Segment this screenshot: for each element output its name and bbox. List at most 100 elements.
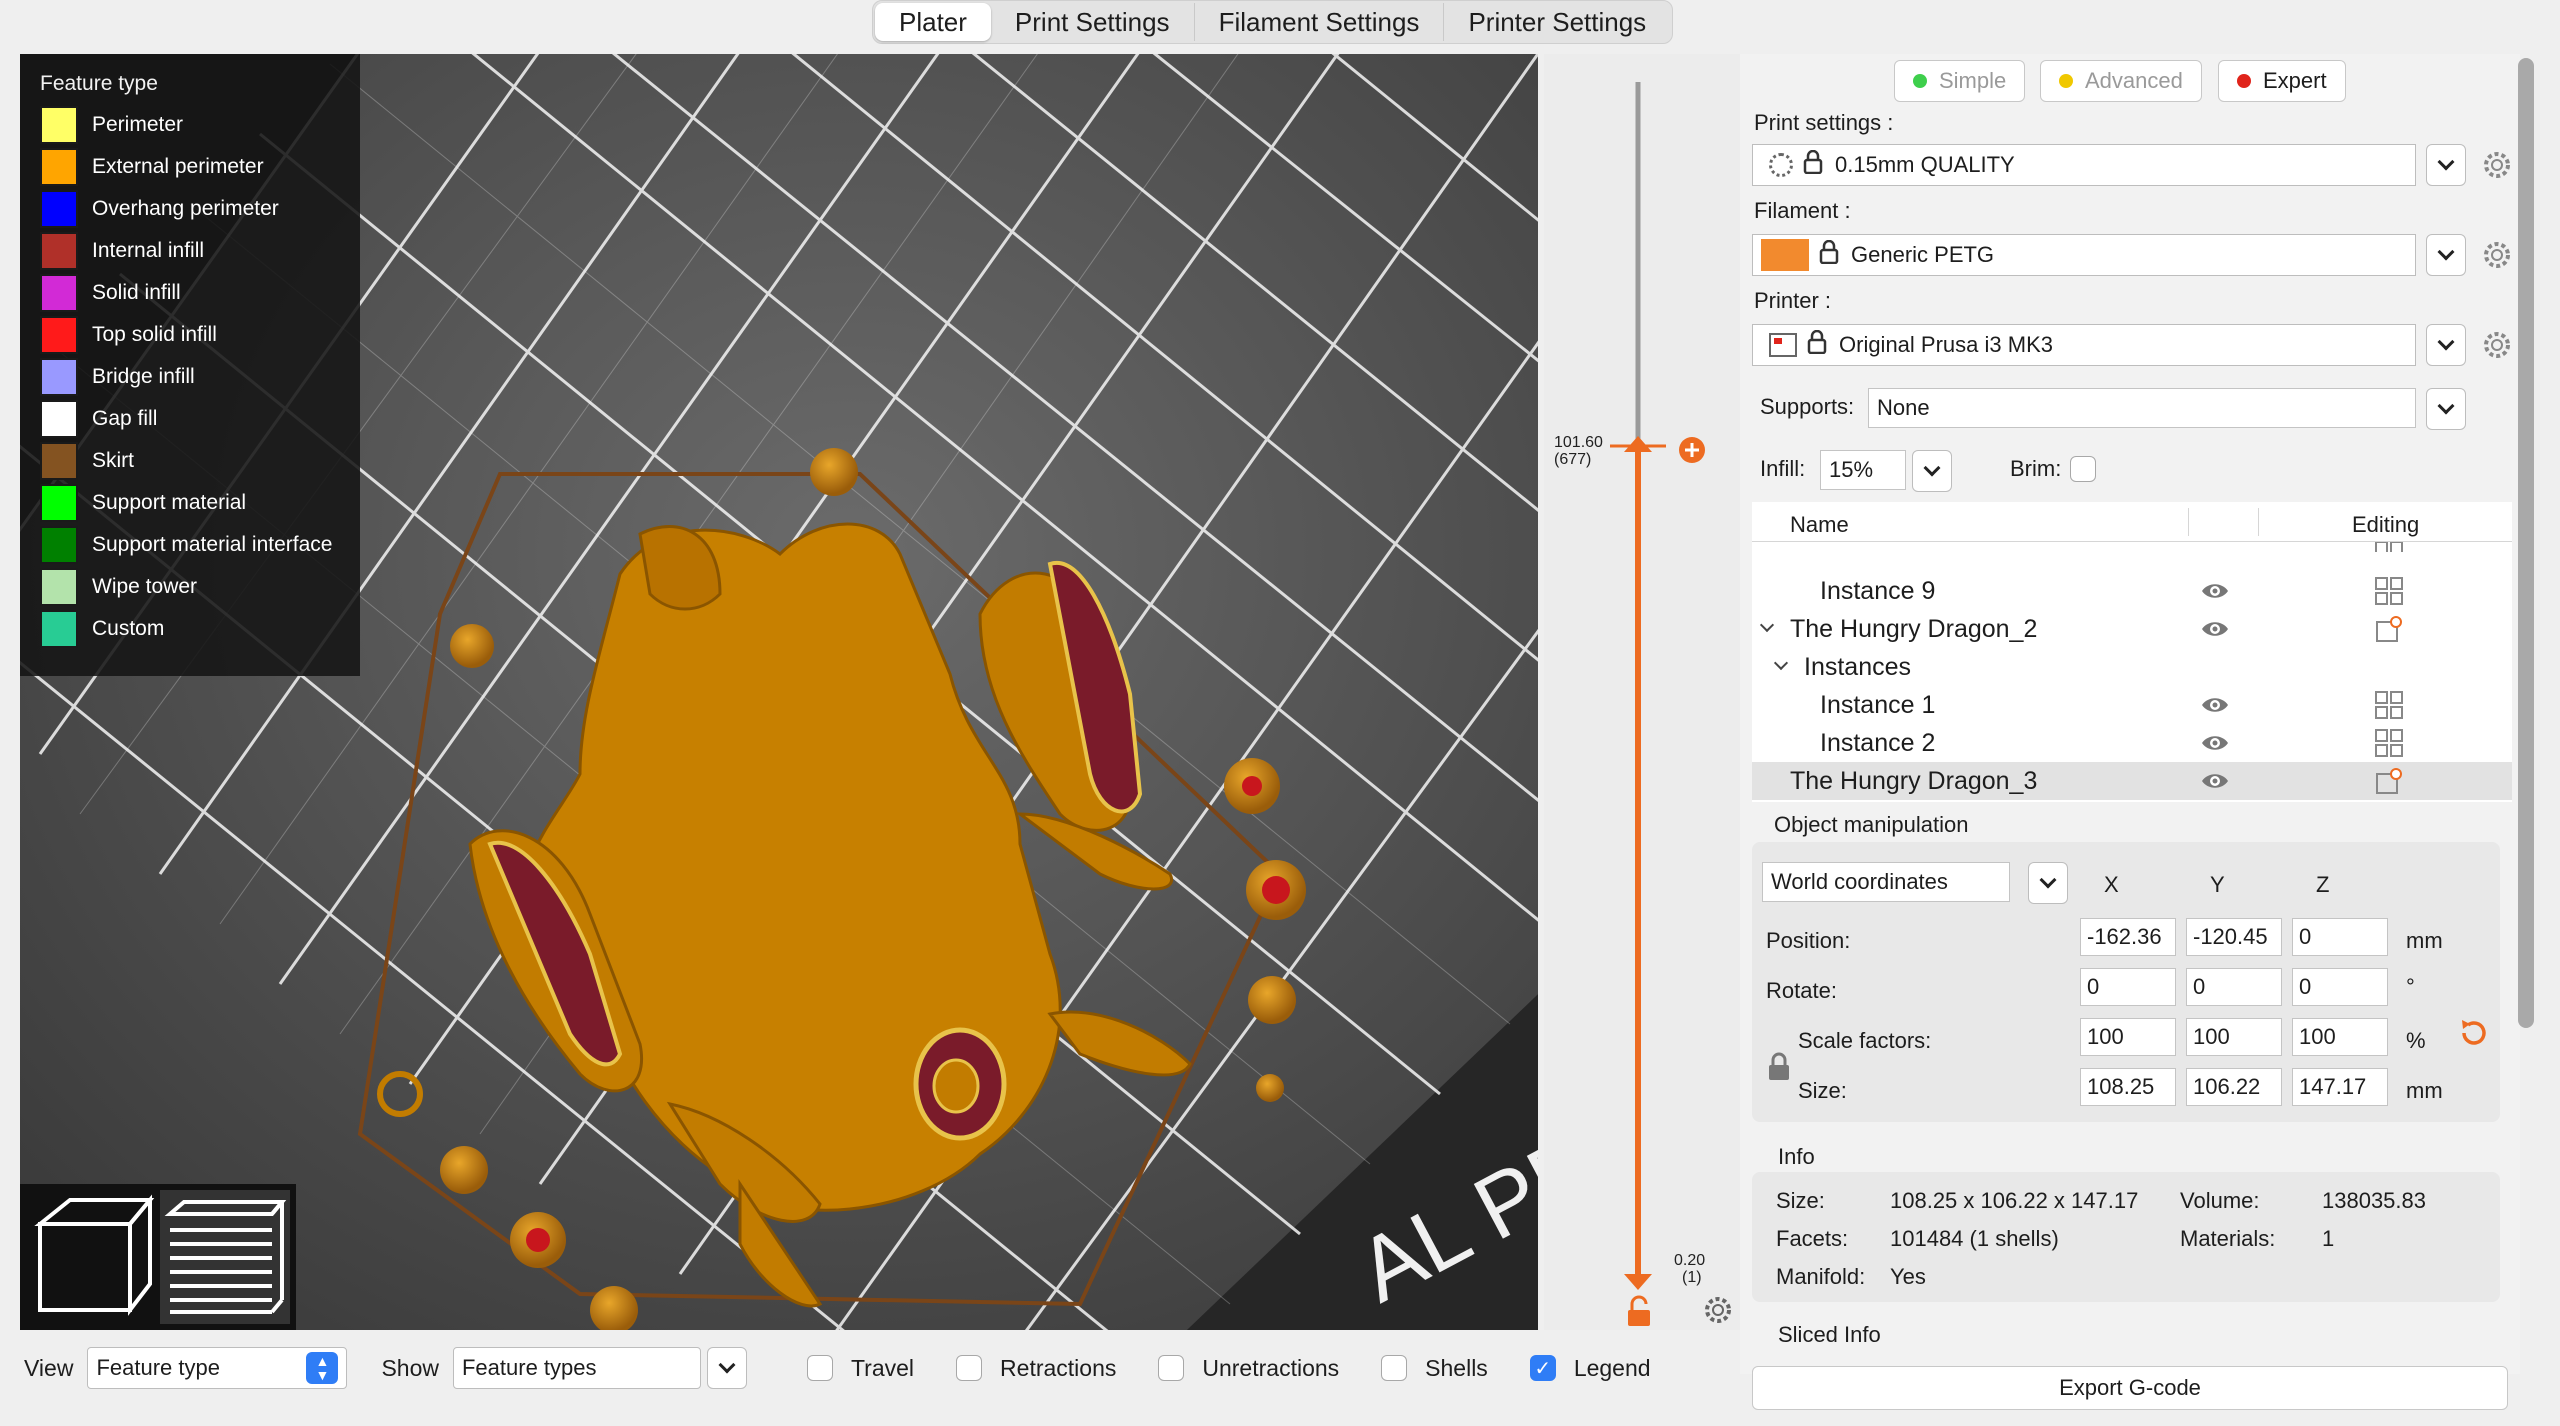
legend-swatch	[40, 484, 78, 522]
option-shells[interactable]: Shells	[1381, 1355, 1488, 1382]
scale-z-input[interactable]: 100	[2292, 1018, 2388, 1056]
supports-dropdown[interactable]	[2426, 388, 2466, 430]
reset-scale-icon[interactable]	[2456, 1016, 2490, 1050]
option-legend[interactable]: ✓ Legend	[1529, 1355, 1651, 1382]
tab-print-settings[interactable]: Print Settings	[991, 3, 1195, 41]
printer-label: Printer :	[1754, 288, 1832, 313]
instance-grid-icon[interactable]	[2374, 576, 2404, 613]
brim-checkbox[interactable]	[2070, 456, 2096, 482]
object-list-row[interactable]: The Hungry Dragon_2	[1752, 610, 2512, 648]
instance-grid-icon[interactable]	[2374, 690, 2404, 727]
slider-settings-icon[interactable]	[1705, 1297, 1731, 1323]
legend-label: Solid infill	[92, 281, 181, 304]
rotate-x-input[interactable]: 0	[2080, 968, 2176, 1006]
printer-dropdown[interactable]	[2426, 324, 2466, 366]
instance-grid-icon[interactable]	[2374, 542, 2404, 552]
object-list-row[interactable]: The Hungry Dragon_3	[1752, 762, 2512, 800]
legend-swatch	[40, 316, 78, 354]
size-y-input[interactable]: 106.22	[2186, 1068, 2282, 1106]
mode-advanced-button[interactable]: Advanced	[2040, 60, 2202, 102]
filament-gear-icon[interactable]	[2482, 240, 2512, 270]
mode-expert-button[interactable]: Expert	[2218, 60, 2346, 102]
option-retractions[interactable]: Retractions	[956, 1355, 1116, 1382]
object-list-row[interactable]: Instances	[1752, 648, 2512, 686]
position-y-input[interactable]: -120.45	[2186, 918, 2282, 956]
tab-printer-settings[interactable]: Printer Settings	[1444, 3, 1670, 41]
printer-gear-icon[interactable]	[2482, 330, 2512, 360]
legend-item: Wipe tower	[40, 566, 360, 608]
visibility-eye-icon[interactable]	[2200, 732, 2230, 761]
info-materials-value: 1	[2322, 1226, 2335, 1251]
object-settings-icon[interactable]	[2374, 614, 2404, 651]
scale-x-input[interactable]: 100	[2080, 1018, 2176, 1056]
filament-dropdown[interactable]	[2426, 234, 2466, 276]
object-list-row[interactable]: Instance 9	[1752, 572, 2512, 610]
size-z-input[interactable]: 147.17	[2292, 1068, 2388, 1106]
size-x-input[interactable]: 108.25	[2080, 1068, 2176, 1106]
col-editing-header[interactable]: Editing	[2352, 512, 2419, 538]
visibility-eye-icon[interactable]	[2200, 542, 2230, 551]
filament-color-swatch[interactable]	[1761, 239, 1809, 271]
infill-select[interactable]: 15%	[1820, 450, 1906, 490]
visibility-eye-icon[interactable]	[2200, 618, 2230, 647]
coordinates-select[interactable]: World coordinates	[1762, 862, 2010, 902]
shells-checkbox[interactable]	[1381, 1355, 1408, 1381]
object-name: Instance 8	[1820, 542, 1935, 549]
unlock-icon[interactable]	[1628, 1295, 1650, 1326]
visibility-eye-icon[interactable]	[2200, 580, 2230, 609]
visibility-eye-icon[interactable]	[2200, 770, 2230, 799]
view-type-select[interactable]: Feature type ▲ ▼	[87, 1347, 348, 1389]
show-dropdown-button[interactable]	[706, 1347, 747, 1389]
info-title: Info	[1778, 1144, 1815, 1169]
rotate-y-input[interactable]: 0	[2186, 968, 2282, 1006]
instance-grid-icon[interactable]	[2374, 728, 2404, 765]
rotate-z-input[interactable]: 0	[2292, 968, 2388, 1006]
position-x-input[interactable]: -162.36	[2080, 918, 2176, 956]
upper-thumb[interactable]	[1624, 436, 1652, 452]
sidebar-scrollbar[interactable]	[2518, 58, 2534, 1028]
chevron-down-icon	[2437, 153, 2455, 171]
chevron-down-icon	[2437, 243, 2455, 261]
print-settings-dropdown[interactable]	[2426, 144, 2466, 186]
scale-y-input[interactable]: 100	[2186, 1018, 2282, 1056]
print-settings-gear-icon[interactable]	[2482, 150, 2512, 180]
tab-plater[interactable]: Plater	[875, 3, 991, 41]
view-type-value: Feature type	[96, 1355, 220, 1380]
printer-select[interactable]: Original Prusa i3 MK3	[1752, 324, 2416, 366]
travel-checkbox[interactable]	[806, 1355, 833, 1381]
lower-thumb[interactable]	[1624, 1274, 1652, 1290]
legend-item: Internal infill	[40, 230, 360, 272]
position-z-input[interactable]: 0	[2292, 918, 2388, 956]
filament-select[interactable]: Generic PETG	[1752, 234, 2416, 276]
retractions-label: Retractions	[1000, 1354, 1117, 1381]
add-color-change-icon[interactable]	[1679, 437, 1705, 463]
infill-dropdown[interactable]	[1912, 450, 1952, 492]
slider-bottom-layer: (1)	[1682, 1269, 1702, 1286]
3d-view-icon[interactable]	[28, 1190, 155, 1324]
export-gcode-button[interactable]: Export G-code	[1752, 1366, 2508, 1410]
tab-filament-settings[interactable]: Filament Settings	[1195, 3, 1445, 41]
travel-label: Travel	[850, 1354, 915, 1381]
legend-checkbox[interactable]: ✓	[1529, 1355, 1556, 1381]
object-list-row[interactable]: Instance 8	[1752, 542, 2512, 552]
expand-chevron-icon[interactable]	[1759, 617, 1775, 633]
col-name-header[interactable]: Name	[1790, 512, 1849, 538]
legend-item: Solid infill	[40, 272, 360, 314]
object-list-row[interactable]: Instance 2	[1752, 724, 2512, 762]
legend-label: Top solid infill	[92, 323, 217, 346]
retractions-checkbox[interactable]	[956, 1355, 983, 1381]
option-travel[interactable]: Travel	[806, 1354, 915, 1382]
show-select[interactable]: Feature types	[452, 1347, 701, 1389]
print-settings-select[interactable]: 0.15mm QUALITY	[1752, 144, 2416, 186]
expand-chevron-icon[interactable]	[1773, 655, 1789, 671]
supports-select[interactable]: None	[1868, 388, 2416, 428]
visibility-eye-icon[interactable]	[2200, 694, 2230, 723]
coordinates-dropdown[interactable]	[2028, 862, 2068, 904]
mode-simple-button[interactable]: Simple	[1894, 60, 2026, 102]
unretractions-checkbox[interactable]	[1158, 1355, 1185, 1381]
object-list-row[interactable]: Instance 1	[1752, 686, 2512, 724]
object-settings-icon[interactable]	[2374, 766, 2404, 803]
option-unretractions[interactable]: Unretractions	[1158, 1355, 1339, 1382]
scale-lock-icon[interactable]	[1766, 1052, 1792, 1082]
layers-view-icon[interactable]	[160, 1190, 290, 1324]
